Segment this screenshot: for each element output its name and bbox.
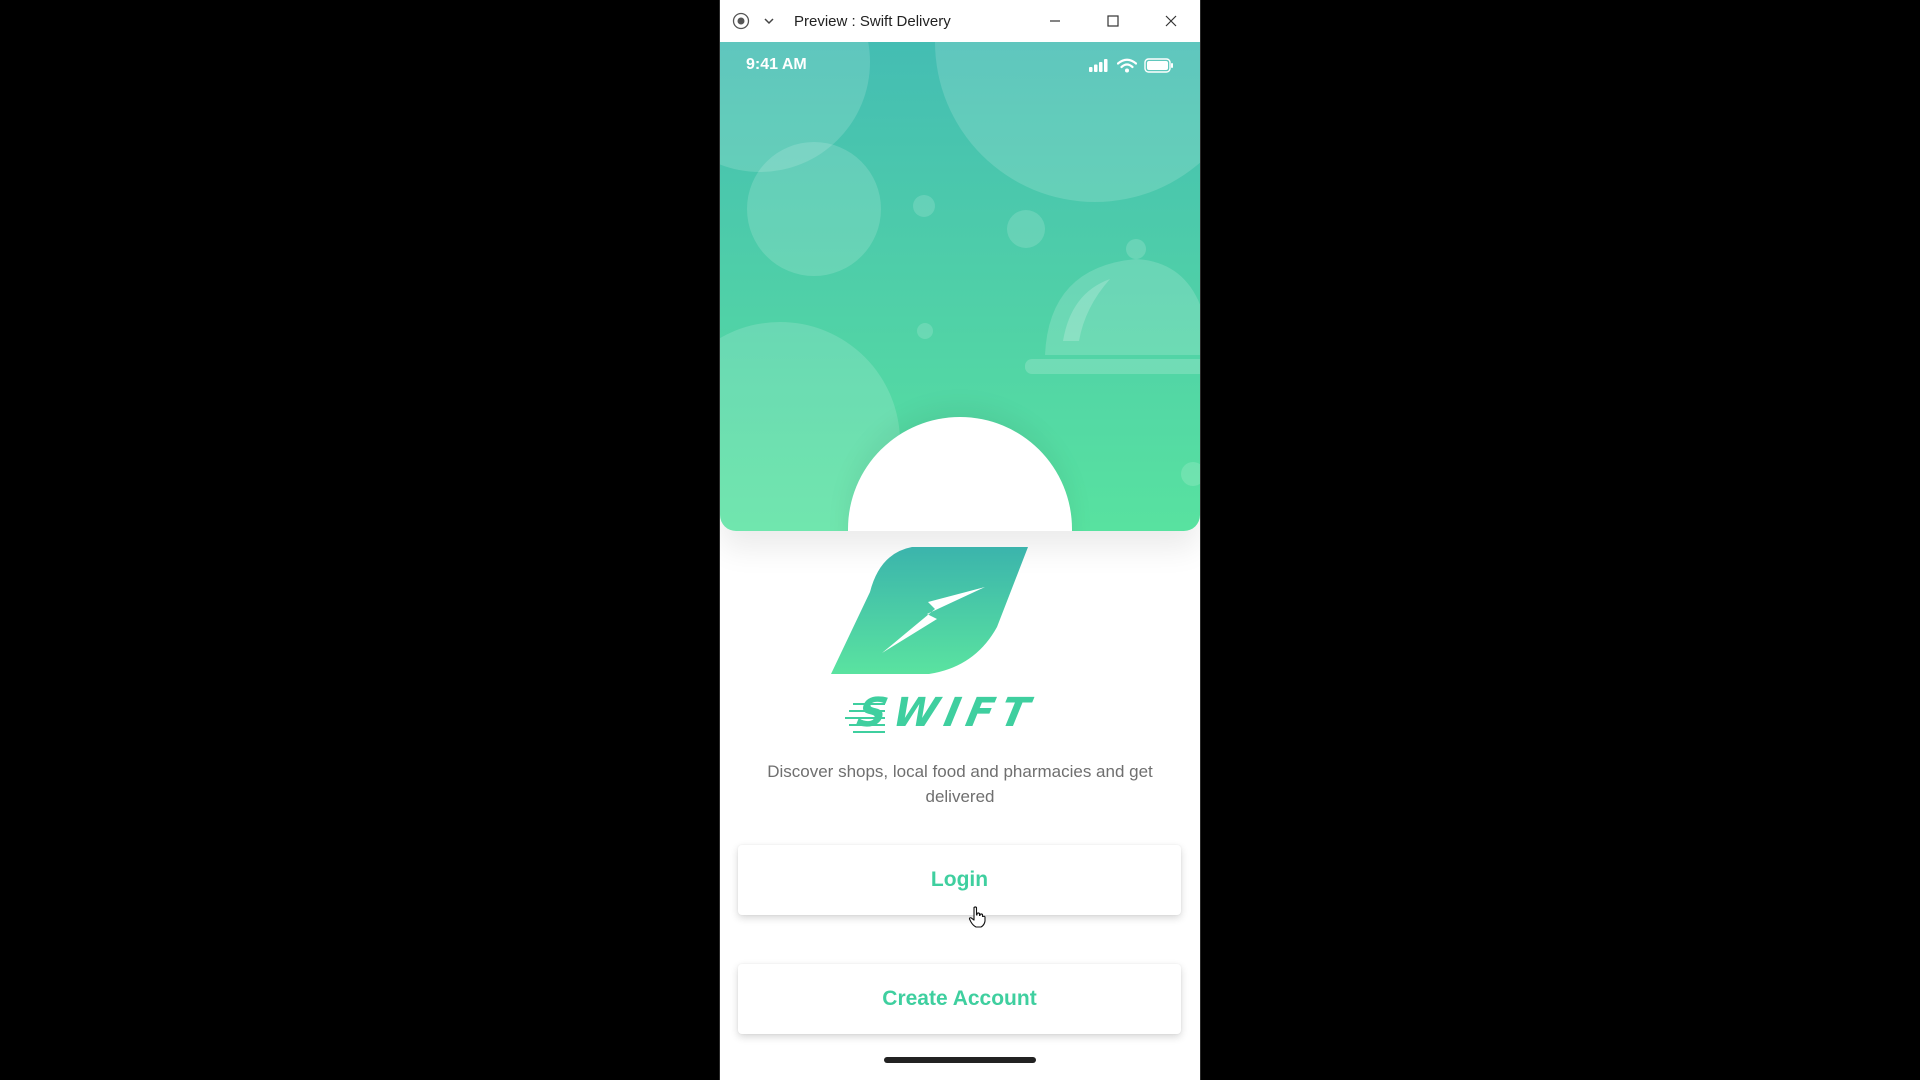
- maximize-icon: [1107, 15, 1119, 27]
- create-account-button[interactable]: Create Account: [738, 964, 1181, 1034]
- window-titlebar: Preview : Swift Delivery: [720, 0, 1200, 43]
- status-time: 9:41 AM: [746, 56, 807, 73]
- close-icon: [1165, 15, 1177, 27]
- record-icon[interactable]: [730, 10, 752, 32]
- brand-wordmark: SWIFT: [853, 690, 1041, 736]
- app-screen: 9:41 AM SWIFT Discover shops, local food…: [720, 42, 1200, 1080]
- minimize-icon: [1050, 20, 1060, 22]
- swift-logo-icon: [831, 547, 1028, 674]
- hero-banner: 9:41 AM: [720, 42, 1200, 531]
- home-indicator[interactable]: [884, 1057, 1036, 1063]
- maximize-button[interactable]: [1084, 0, 1142, 42]
- chevron-down-icon[interactable]: [758, 10, 780, 32]
- minimize-button[interactable]: [1026, 0, 1084, 42]
- decorative-bubble: [1181, 462, 1200, 486]
- login-button[interactable]: Login: [738, 845, 1181, 915]
- close-button[interactable]: [1142, 0, 1200, 42]
- app-tagline: Discover shops, local food and pharmacie…: [767, 762, 1153, 806]
- decorative-bubble: [747, 142, 881, 276]
- window-title: Preview : Swift Delivery: [794, 12, 951, 30]
- decorative-bubble: [917, 323, 933, 339]
- preview-window: Preview : Swift Delivery 9:41 AM SWIFT D…: [720, 0, 1200, 1080]
- hand-cursor-icon: [968, 906, 986, 928]
- battery-icon: [1144, 57, 1173, 73]
- decorative-bubble: [913, 195, 935, 217]
- wifi-icon: [1117, 58, 1137, 72]
- signal-icon: [1089, 59, 1108, 72]
- food-cloche-icon: [1025, 239, 1200, 374]
- status-bar: 9:41 AM: [720, 42, 1200, 88]
